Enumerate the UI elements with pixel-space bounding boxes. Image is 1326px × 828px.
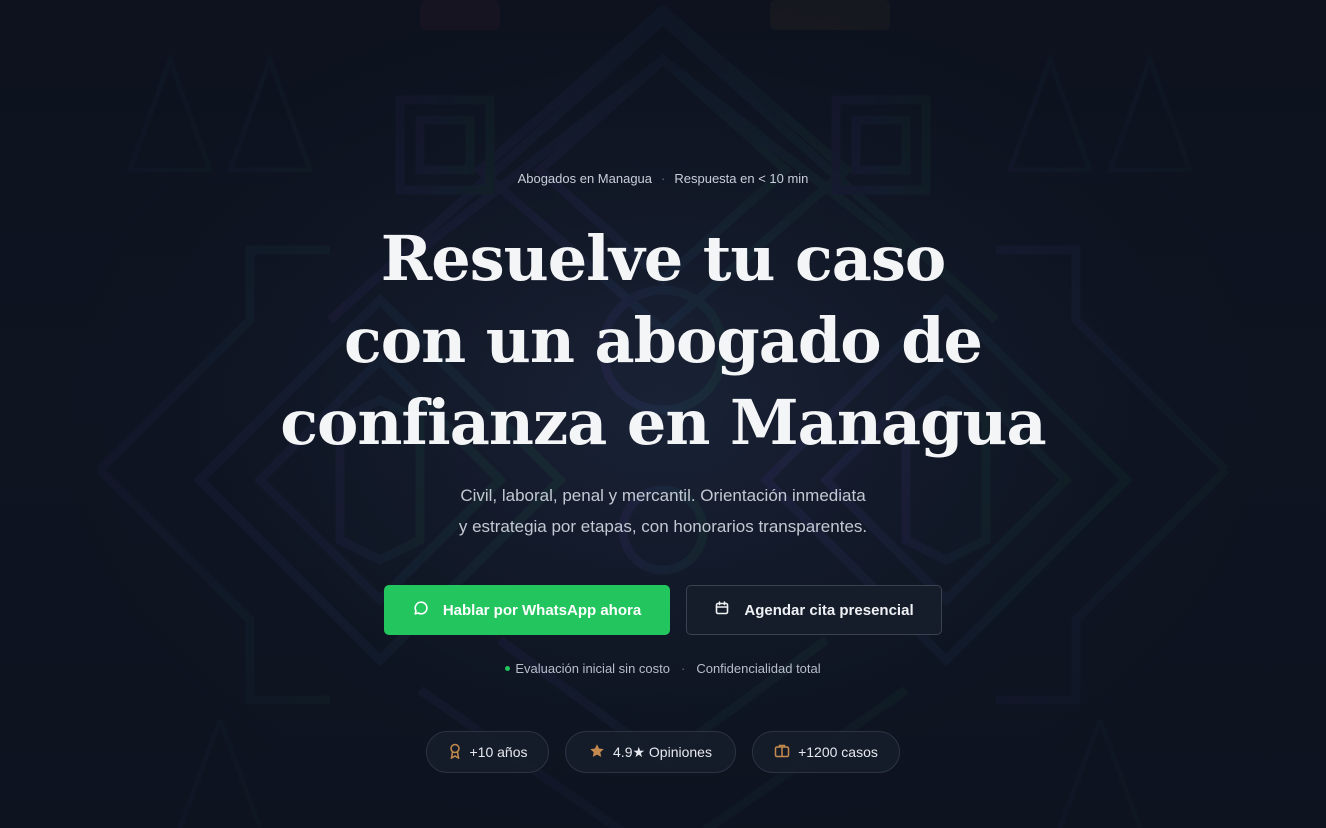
assurance-free-evaluation: Evaluación inicial sin costo — [515, 661, 670, 676]
assurance-separator: · — [680, 661, 686, 676]
status-dot-icon — [505, 666, 511, 672]
stat-reviews-label: 4.9★ Opiniones — [613, 743, 712, 760]
calendar-icon — [714, 600, 744, 620]
stat-badge-experience: +10 años — [426, 731, 549, 773]
hero-title-line-2: con un abogado de — [344, 304, 983, 377]
schedule-appointment-button[interactable]: Agendar cita presencial — [686, 585, 942, 635]
hero-subtitle-line-1: Civil, laboral, penal y mercantil. Orien… — [460, 486, 866, 505]
schedule-button-label: Agendar cita presencial — [744, 601, 914, 619]
assurance-line: Evaluación inicial sin costo · Confidencia… — [0, 661, 1326, 676]
hero-content: Abogados en Managua · Respuesta en < 10 mi… — [0, 0, 1326, 828]
stat-cases-label: +1200 casos — [798, 744, 878, 760]
stat-badge-cases: +1200 casos — [752, 731, 900, 773]
eyebrow-separator: · — [661, 171, 666, 186]
whatsapp-button[interactable]: Hablar por WhatsApp ahora — [384, 585, 670, 635]
stat-experience-label: +10 años — [469, 744, 528, 760]
hero-title-line-3: confianza en Managua — [280, 386, 1046, 459]
hero-section: Abogados en Managua · Respuesta en < 10 mi… — [0, 0, 1326, 828]
eyebrow-response-time: Respuesta en < 10 min — [674, 171, 809, 186]
whatsapp-button-label: Hablar por WhatsApp ahora — [442, 601, 642, 619]
hero-eyebrow: Abogados en Managua · Respuesta en < 10 mi… — [0, 171, 1326, 186]
stat-badge-reviews: 4.9★ Opiniones — [565, 731, 736, 773]
award-icon — [448, 743, 470, 762]
eyebrow-location: Abogados en Managua — [517, 171, 653, 186]
chat-bubble-icon — [413, 600, 443, 620]
briefcase-icon — [774, 743, 798, 761]
hero-title: Resuelve tu caso con un abogado de confi… — [0, 218, 1326, 464]
assurance-confidentiality: Confidencialidad total — [696, 661, 821, 676]
star-icon — [589, 743, 613, 762]
hero-subtitle: Civil, laboral, penal y mercantil. Orien… — [0, 480, 1326, 542]
hero-subtitle-line-2: y estrategia por etapas, con honorarios … — [458, 517, 868, 536]
hero-title-line-1: Resuelve tu caso — [380, 222, 947, 295]
